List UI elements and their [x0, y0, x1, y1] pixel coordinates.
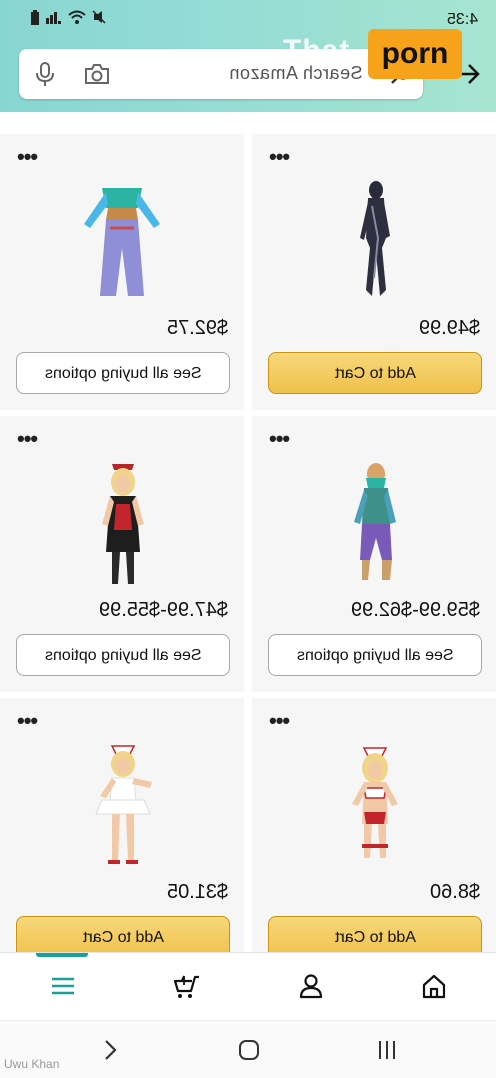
- add-to-cart-button[interactable]: Add to Cart: [16, 916, 230, 952]
- status-time: 4:35: [446, 11, 478, 28]
- account-icon[interactable]: [296, 971, 326, 1001]
- add-to-cart-button[interactable]: Add to Cart: [268, 916, 482, 952]
- watermark-badge: porn: [368, 29, 462, 79]
- product-card[interactable]: ••• $49.99 Add to Cart: [252, 134, 496, 410]
- more-options-icon[interactable]: •••: [269, 710, 290, 732]
- menu-icon[interactable]: [48, 971, 78, 1001]
- product-price: $92.75: [166, 317, 228, 339]
- product-price: $59.99-$62.99: [350, 599, 480, 621]
- active-tab-indicator: [36, 953, 88, 957]
- bottom-tab-bar: [0, 952, 496, 1021]
- more-options-icon[interactable]: •••: [17, 710, 38, 732]
- mute-icon: [92, 10, 106, 24]
- cart-icon[interactable]: [172, 971, 202, 1001]
- see-all-buying-options-button[interactable]: See all buying options: [16, 352, 230, 394]
- product-price: $47.99-$55.99: [98, 599, 228, 621]
- product-image[interactable]: [324, 460, 424, 590]
- recent-apps-icon[interactable]: [374, 1037, 400, 1063]
- product-card[interactable]: ••• $47.99-$55.99 See all buying options: [0, 416, 244, 692]
- product-card[interactable]: ••• $31.05 Add to Cart: [0, 698, 244, 952]
- product-card[interactable]: ••• $8.60 Add to Cart: [252, 698, 496, 952]
- status-icons: [30, 10, 106, 26]
- system-nav-bar: Uwu Khan: [0, 1020, 496, 1078]
- product-image[interactable]: [72, 460, 172, 590]
- app-header: 4:35 Search Amazon That porn: [0, 0, 496, 112]
- battery-icon: [31, 10, 39, 25]
- product-image[interactable]: [324, 742, 424, 872]
- signal-icon: [46, 12, 61, 24]
- back-icon[interactable]: [97, 1037, 123, 1063]
- product-grid: ••• $49.99 Add to Cart ••• $92.75 See al…: [0, 112, 496, 952]
- product-price: $8.60: [429, 881, 480, 903]
- product-price: $31.05: [166, 881, 228, 903]
- more-options-icon[interactable]: •••: [17, 428, 38, 450]
- more-options-icon[interactable]: •••: [269, 146, 290, 168]
- product-image[interactable]: [72, 178, 172, 308]
- product-card[interactable]: ••• $59.99-$62.99 See all buying options: [252, 416, 496, 692]
- wifi-icon: [68, 10, 86, 24]
- more-options-icon[interactable]: •••: [269, 428, 290, 450]
- search-input[interactable]: Search Amazon: [19, 49, 423, 99]
- microphone-icon[interactable]: [33, 61, 57, 87]
- camera-icon[interactable]: [83, 62, 111, 86]
- watermark-text: That: [283, 34, 351, 67]
- product-image[interactable]: [324, 178, 424, 308]
- home-button-icon[interactable]: [236, 1037, 262, 1063]
- user-label: Uwu Khan: [4, 1057, 60, 1071]
- home-icon[interactable]: [419, 971, 449, 1001]
- more-options-icon[interactable]: •••: [17, 146, 38, 168]
- see-all-buying-options-button[interactable]: See all buying options: [16, 634, 230, 676]
- product-card[interactable]: ••• $92.75 See all buying options: [0, 134, 244, 410]
- add-to-cart-button[interactable]: Add to Cart: [268, 352, 482, 394]
- product-image[interactable]: [72, 742, 172, 872]
- see-all-buying-options-button[interactable]: See all buying options: [268, 634, 482, 676]
- product-price: $49.99: [418, 317, 480, 339]
